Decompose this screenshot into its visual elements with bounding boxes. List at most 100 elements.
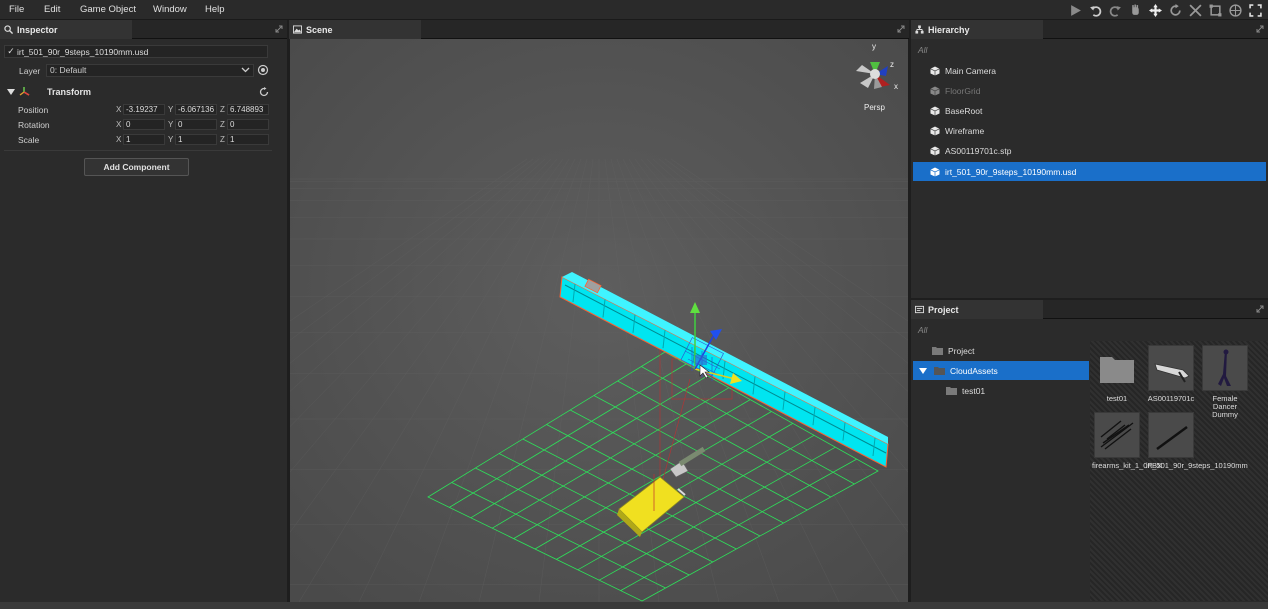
project-tree-project[interactable]: Project xyxy=(913,341,1089,360)
position-label: Position xyxy=(18,105,49,115)
menu-bar: File Edit Game Object Window Help xyxy=(0,0,1268,20)
hierarchy-item-main-camera[interactable]: Main Camera xyxy=(913,61,1266,80)
project-tree-test01[interactable]: test01 xyxy=(913,381,1089,400)
hierarchy-header: Hierarchy xyxy=(911,20,1268,39)
asset-female-dancer-dummy[interactable]: Female Dancer Dummy xyxy=(1200,345,1250,419)
scale-y-axis: Y xyxy=(168,135,174,144)
hand-icon[interactable] xyxy=(1127,2,1144,18)
hierarchy-item-floorgrid[interactable]: FloorGrid xyxy=(913,81,1266,100)
target-icon[interactable] xyxy=(257,64,269,76)
asset-label: AS00119701c xyxy=(1147,394,1195,403)
rotate-icon[interactable] xyxy=(1167,2,1184,18)
scene-tab[interactable]: Scene xyxy=(289,20,421,39)
position-z-axis: Z xyxy=(220,105,225,114)
fullscreen-icon[interactable] xyxy=(1247,2,1264,18)
expand-triangle-icon[interactable] xyxy=(919,367,927,375)
layer-label: Layer xyxy=(19,66,41,76)
project-tree-label: CloudAssets xyxy=(950,365,998,376)
cube-icon xyxy=(930,126,940,135)
asset-firearms-kit[interactable]: firearms_kit_1_0FBX xyxy=(1092,412,1162,470)
expand-icon[interactable] xyxy=(275,25,283,33)
menu-window[interactable]: Window xyxy=(153,4,187,15)
rect-icon[interactable] xyxy=(1207,2,1224,18)
scale-x-field[interactable]: 1 xyxy=(123,134,165,145)
expand-icon[interactable] xyxy=(1256,25,1264,33)
asset-irt-501[interactable]: irt_501_90r_9steps_10190mm xyxy=(1146,412,1248,470)
inspector-tab[interactable]: Inspector xyxy=(0,20,132,39)
folder-icon xyxy=(946,387,957,395)
menu-game-object[interactable]: Game Object xyxy=(80,4,136,15)
model-thumbnail xyxy=(1094,412,1140,458)
layer-value: 0: Default xyxy=(50,65,87,75)
inspector-header: Inspector xyxy=(0,20,287,39)
scale-y-field[interactable]: 1 xyxy=(175,134,217,145)
transform-header[interactable]: Transform xyxy=(4,85,272,99)
search-icon xyxy=(4,25,13,34)
hierarchy-item-label: Main Camera xyxy=(945,65,997,76)
hierarchy-filter[interactable]: All xyxy=(918,45,927,55)
menu-file[interactable]: File xyxy=(9,4,24,15)
position-z-field[interactable]: 6.748893 xyxy=(227,104,269,115)
position-y-field[interactable]: -6.067136 xyxy=(175,104,217,115)
scale-z-field[interactable]: 1 xyxy=(227,134,269,145)
menu-help[interactable]: Help xyxy=(205,4,225,15)
redo-icon[interactable] xyxy=(1107,2,1124,18)
hierarchy-item-baseroot[interactable]: BaseRoot xyxy=(913,101,1266,120)
reset-icon[interactable] xyxy=(259,87,269,97)
rotation-x-field[interactable]: 0 xyxy=(123,119,165,130)
inspector-title: Inspector xyxy=(17,24,58,35)
toolbar xyxy=(1067,2,1264,18)
hierarchy-item-label: Wireframe xyxy=(945,125,985,136)
divider xyxy=(4,150,272,151)
project-tree-label: Project xyxy=(948,345,975,356)
global-icon[interactable] xyxy=(1227,2,1244,18)
chevron-down-icon xyxy=(241,65,250,77)
hierarchy-item-label: BaseRoot xyxy=(945,105,983,116)
add-component-button[interactable]: Add Component xyxy=(84,158,189,176)
project-header: Project xyxy=(911,300,1268,319)
model-thumbnail xyxy=(1148,345,1194,391)
cube-icon xyxy=(930,167,940,176)
hierarchy-item-irt-501[interactable]: irt_501_90r_9steps_10190mm.usd xyxy=(913,162,1266,181)
rotation-y-field[interactable]: 0 xyxy=(175,119,217,130)
status-bar xyxy=(0,602,1268,609)
undo-icon[interactable] xyxy=(1087,2,1104,18)
hierarchy-tab[interactable]: Hierarchy xyxy=(911,20,1043,39)
asset-test01[interactable]: test01 xyxy=(1092,345,1142,403)
cube-icon xyxy=(930,106,940,115)
project-tab[interactable]: Project xyxy=(911,300,1043,319)
project-filter[interactable]: All xyxy=(918,325,927,335)
project-icon xyxy=(915,305,924,314)
scale-icon[interactable] xyxy=(1187,2,1204,18)
move-icon[interactable] xyxy=(1147,2,1164,18)
layer-dropdown[interactable]: 0: Default xyxy=(46,64,254,77)
play-icon[interactable] xyxy=(1067,2,1084,18)
rotation-z-field[interactable]: 0 xyxy=(227,119,269,130)
rotation-label: Rotation xyxy=(18,120,50,130)
expand-icon[interactable] xyxy=(897,25,905,33)
scale-z-axis: Z xyxy=(220,135,225,144)
position-y-axis: Y xyxy=(168,105,174,114)
scene-viewport[interactable]: y z x Persp xyxy=(290,39,908,602)
expand-icon[interactable] xyxy=(1256,305,1264,313)
gizmo-y-label: y xyxy=(872,42,876,51)
hierarchy-item-label: irt_501_90r_9steps_10190mm.usd xyxy=(945,166,1077,177)
position-x-field[interactable]: -3.19237 xyxy=(123,104,165,115)
project-tree-cloudassets[interactable]: CloudAssets xyxy=(913,361,1089,380)
asset-label: irt_501_90r_9steps_10190mm xyxy=(1146,461,1248,470)
image-icon xyxy=(293,25,302,34)
asset-as00119701c[interactable]: AS00119701c xyxy=(1146,345,1196,403)
asset-label: Female Dancer Dummy xyxy=(1212,394,1238,419)
object-name-field[interactable]: ✓ irt_501_90r_9steps_10190mm.usd xyxy=(4,45,268,58)
hierarchy-item-wireframe[interactable]: Wireframe xyxy=(913,121,1266,140)
folder-icon xyxy=(934,367,945,375)
expand-triangle-icon[interactable] xyxy=(7,88,15,96)
scale-label: Scale xyxy=(18,135,40,145)
active-checkbox[interactable]: ✓ xyxy=(5,46,17,57)
model-thumbnail xyxy=(1202,345,1248,391)
scale-x-axis: X xyxy=(116,135,122,144)
projection-label[interactable]: Persp xyxy=(864,103,885,112)
hierarchy-item-label: AS00119701c.stp xyxy=(945,145,1012,156)
menu-edit[interactable]: Edit xyxy=(44,4,60,15)
hierarchy-item-as00119701c[interactable]: AS00119701c.stp xyxy=(913,141,1266,160)
